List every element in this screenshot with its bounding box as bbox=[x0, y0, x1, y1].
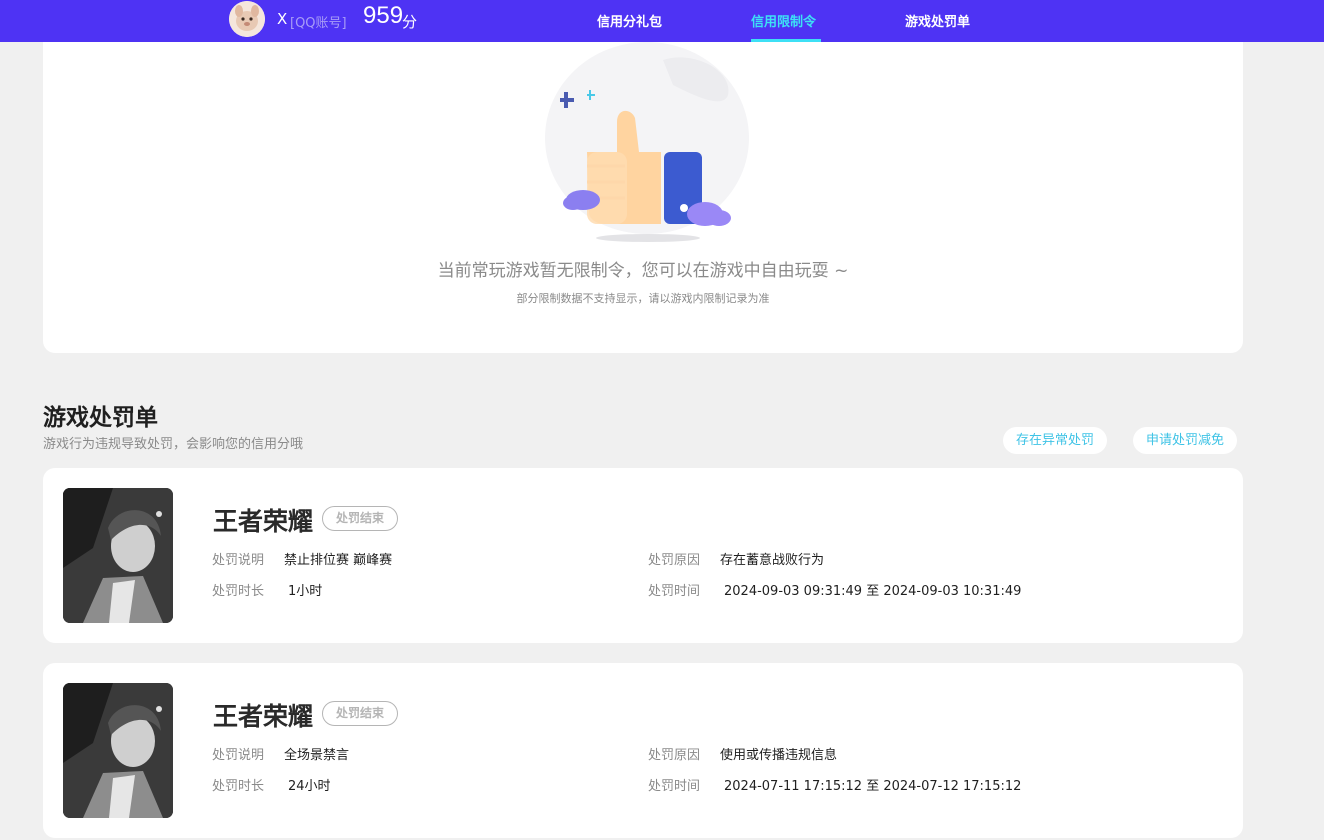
punishment-time-label: 处罚时间 bbox=[648, 584, 701, 599]
user-name: X bbox=[277, 10, 288, 28]
empty-restriction-subtitle: 部分限制数据不支持显示，请以游戏内限制记录为准 bbox=[516, 292, 770, 305]
status-badge: 处罚结束 bbox=[322, 701, 399, 726]
punishment-card[interactable]: 王者荣耀 处罚结束 处罚说明 禁止排位赛 巅峰赛 处罚时长 1小时 处罚原因 存… bbox=[43, 468, 1243, 643]
punishment-reason-label: 处罚原因 bbox=[648, 748, 701, 763]
game-cover-image bbox=[63, 683, 173, 818]
empty-restriction-title: 当前常玩游戏暂无限制令，您可以在游戏中自由玩耍 ~ bbox=[437, 261, 849, 281]
report-abnormal-punishment-button[interactable]: 存在异常处罚 bbox=[1003, 427, 1108, 454]
active-tab-indicator bbox=[751, 39, 821, 42]
punishment-desc-value: 全场景禁言 bbox=[284, 748, 350, 763]
punishment-card[interactable]: 王者荣耀 处罚结束 处罚说明 全场景禁言 处罚时长 24小时 处罚原因 使用或传… bbox=[43, 663, 1243, 838]
punishment-duration-value: 1小时 bbox=[288, 584, 323, 599]
punishment-time-value: 2024-07-11 17:15:12 至 2024-07-12 17:15:1… bbox=[724, 779, 1022, 794]
punishment-reason-label: 处罚原因 bbox=[648, 553, 701, 568]
restriction-empty-card: 当前常玩游戏暂无限制令，您可以在游戏中自由玩耍 ~ 部分限制数据不支持显示，请以… bbox=[43, 20, 1243, 353]
punishment-desc-value: 禁止排位赛 巅峰赛 bbox=[284, 553, 393, 568]
punishment-time-label: 处罚时间 bbox=[648, 779, 701, 794]
punishment-time-value: 2024-09-03 09:31:49 至 2024-09-03 10:31:4… bbox=[724, 584, 1022, 599]
punishment-section-title: 游戏处罚单 bbox=[43, 405, 158, 431]
credit-score-unit: 分 bbox=[402, 13, 418, 31]
punishment-section-subtitle: 游戏行为违规导致处罚，会影响您的信用分哦 bbox=[43, 437, 304, 452]
thumbs-up-illustration bbox=[545, 42, 749, 242]
user-avatar[interactable] bbox=[229, 1, 265, 37]
game-cover-image bbox=[63, 488, 173, 623]
tab-credit-restriction[interactable]: 信用限制令 bbox=[751, 11, 816, 30]
punishment-duration-value: 24小时 bbox=[288, 779, 331, 794]
punishment-duration-label: 处罚时长 bbox=[212, 779, 265, 794]
game-name: 王者荣耀 bbox=[213, 507, 314, 536]
punishment-reason-value: 使用或传播违规信息 bbox=[720, 748, 838, 763]
punishment-duration-label: 处罚时长 bbox=[212, 584, 265, 599]
account-type: [QQ账号] bbox=[290, 16, 347, 31]
avatar-image bbox=[229, 1, 265, 37]
punishment-desc-label: 处罚说明 bbox=[212, 553, 265, 568]
punishment-desc-label: 处罚说明 bbox=[212, 748, 265, 763]
top-nav-bar: X [QQ账号] 959 分 信用分礼包 信用限制令 游戏处罚单 bbox=[0, 0, 1324, 42]
apply-punishment-reduction-button[interactable]: 申请处罚减免 bbox=[1133, 427, 1238, 454]
status-badge: 处罚结束 bbox=[322, 506, 399, 531]
credit-score: 959 bbox=[363, 2, 404, 29]
punishment-reason-value: 存在蓄意战败行为 bbox=[720, 553, 825, 568]
tab-credit-gift[interactable]: 信用分礼包 bbox=[597, 11, 662, 30]
tab-game-punishment[interactable]: 游戏处罚单 bbox=[905, 11, 970, 30]
game-name: 王者荣耀 bbox=[213, 702, 314, 731]
